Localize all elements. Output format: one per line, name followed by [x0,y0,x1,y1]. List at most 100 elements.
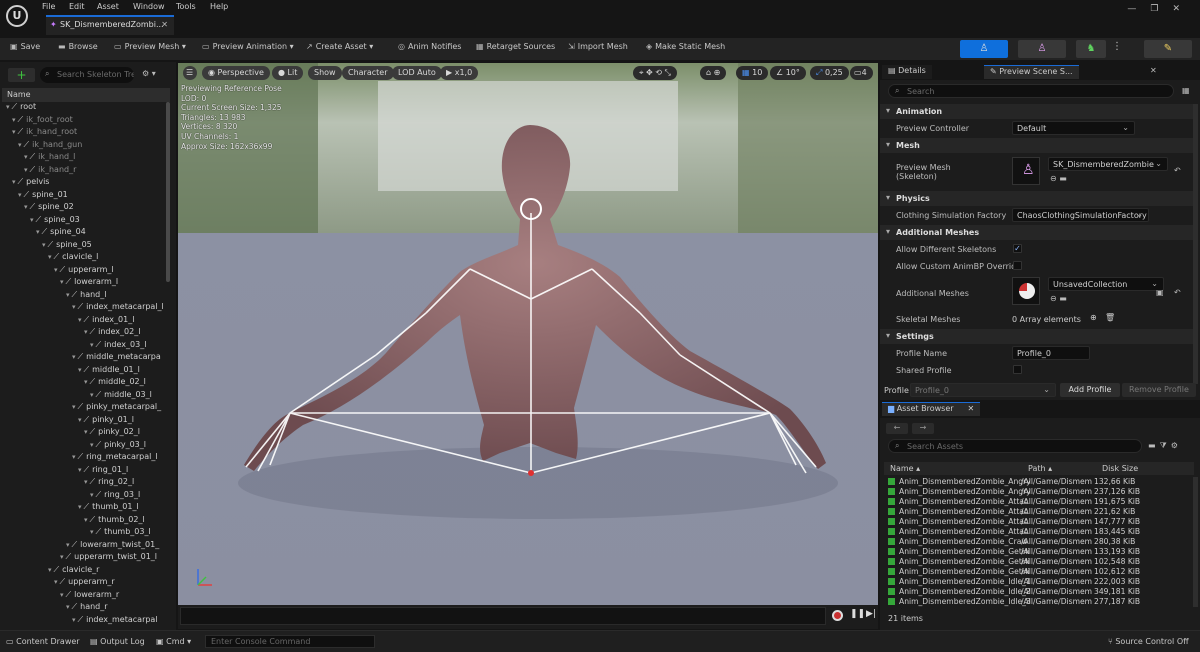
name-column-header[interactable]: Name [2,88,170,102]
expand-arrow-icon[interactable]: ▾ [90,341,94,349]
bone-row[interactable]: ▾ ⟋ thumb_02_l [84,515,145,528]
menu-edit[interactable]: Edit [69,2,85,11]
expand-arrow-icon[interactable]: ▾ [78,316,82,324]
menu-help[interactable]: Help [210,2,228,11]
section-physics[interactable]: Physics [880,191,1193,206]
disk-size-column-header[interactable]: Disk Size [1102,464,1138,473]
bone-row[interactable]: ▾ ⟋ lowerarm_l [60,277,118,290]
add-element-icon[interactable]: ⊕ [1090,313,1097,322]
bone-row[interactable]: ▾ ⟋ clavicle_l [48,252,98,265]
grid-snap-button[interactable]: ▦ 10 [736,66,769,80]
details-search-input[interactable]: ⌕ Search [888,84,1174,98]
unreal-logo-icon[interactable]: U [6,5,28,27]
expand-arrow-icon[interactable]: ▾ [30,216,34,224]
expand-arrow-icon[interactable]: ▾ [90,528,94,536]
maximize-button[interactable]: ❐ [1150,4,1172,14]
bone-row[interactable]: ▾ ⟋ hand_r [66,602,108,615]
anim-notifies-button[interactable]: ◎ Anim Notifies [398,42,461,51]
additional-meshes-dropdown[interactable]: UnsavedCollection ⌄ [1048,277,1164,291]
bone-row[interactable]: ▾ ⟋ middle_01_l [78,365,140,378]
rotation-snap-button[interactable]: ∠ 10° [770,66,806,80]
bone-row[interactable]: ▾ ⟋ ring_metacarpal_l [72,452,158,465]
bone-row[interactable]: ▾ ⟋ middle_metacarpa [72,352,161,365]
expand-arrow-icon[interactable]: ▾ [72,453,76,461]
expand-arrow-icon[interactable]: ▾ [6,103,10,111]
expand-arrow-icon[interactable]: ▾ [66,541,70,549]
lod-button[interactable]: LOD Auto [392,66,442,80]
name-column-header[interactable]: Name ▴ [890,464,920,473]
expand-arrow-icon[interactable]: ▾ [48,253,52,261]
expand-arrow-icon[interactable]: ▾ [72,403,76,411]
preview-controller-dropdown[interactable]: Default ⌄ [1012,121,1135,135]
expand-arrow-icon[interactable]: ▾ [66,603,70,611]
bone-row[interactable]: ▾ ⟋ pinky_01_l [78,415,134,428]
bone-row[interactable]: ▾ ⟋ thumb_03_l [90,527,151,540]
tree-scrollbar[interactable] [166,102,170,282]
bone-row[interactable]: ▾ ⟋ index_metacarpal [72,615,158,628]
save-button[interactable]: ▣ Save [10,42,40,51]
skeleton-mode-button[interactable]: ♙ [960,40,1008,58]
additional-meshes-thumbnail[interactable] [1012,277,1040,305]
camera-speed-button[interactable]: ▭4 [850,66,873,80]
asset-row[interactable]: Anim_DismemberedZombie_GetHi/All/Game/Di… [888,547,1188,557]
skeleton-search-input[interactable]: ⌕ Search Skeleton Tre [40,67,134,83]
save-collection-icon[interactable]: ▣ [1156,288,1164,297]
bone-row[interactable]: ▾ ⟋ ik_hand_l [24,152,75,165]
create-asset-button[interactable]: ↗ Create Asset ▾ [306,42,373,51]
animation-mode-button[interactable]: ♞ [1076,40,1106,58]
expand-arrow-icon[interactable]: ▾ [72,353,76,361]
mesh-mode-button[interactable]: ♙ [1018,40,1066,58]
bone-row[interactable]: ▾ ⟋ spine_02 [24,202,74,215]
expand-arrow-icon[interactable]: ▾ [66,291,70,299]
bone-row[interactable]: ▾ ⟋ middle_03_l [90,390,152,403]
root-bone-marker[interactable] [528,470,534,476]
shared-profile-checkbox[interactable] [1013,365,1022,374]
back-arrow-icon[interactable]: ← [886,423,908,434]
allow-custom-animbp-checkbox[interactable] [1013,261,1022,270]
asset-filter-icons[interactable]: ▬⧩⚙ [1148,441,1182,451]
asset-row[interactable]: Anim_DismemberedZombie_Attac/All/Game/Di… [888,507,1188,517]
asset-row[interactable]: Anim_DismemberedZombie_Angry/All/Game/Di… [888,487,1188,497]
bone-row[interactable]: ▾ ⟋ index_02_l [84,327,140,340]
profile-name-input[interactable]: Profile_0 [1012,346,1090,360]
bone-row[interactable]: ▾ ⟋ ik_hand_gun [18,140,82,153]
bone-row[interactable]: ▾ ⟋ spine_05 [42,240,92,253]
asset-row[interactable]: Anim_DismemberedZombie_Attac/All/Game/Di… [888,527,1188,537]
retarget-sources-button[interactable]: ▦ Retarget Sources [476,42,555,51]
expand-arrow-icon[interactable]: ▾ [72,303,76,311]
expand-arrow-icon[interactable]: ▾ [54,578,58,586]
bone-row[interactable]: ▾ ⟋ ring_02_l [84,477,134,490]
menu-tools[interactable]: Tools [176,2,196,11]
expand-arrow-icon[interactable]: ▾ [60,553,64,561]
bone-row[interactable]: ▾ ⟋ spine_04 [36,227,86,240]
asset-row[interactable]: Anim_DismemberedZombie_Idle_2/All/Game/D… [888,587,1188,597]
allow-different-skeletons-checkbox[interactable]: ✓ [1013,244,1022,253]
expand-arrow-icon[interactable]: ▾ [24,203,28,211]
expand-arrow-icon[interactable]: ▾ [12,178,16,186]
delete-elements-icon[interactable]: 🗑 [1105,313,1115,322]
viewport-menu-icon[interactable]: ☰ [183,66,197,80]
forward-arrow-icon[interactable]: → [912,423,934,434]
bone-row[interactable]: ▾ ⟋ spine_01 [18,190,68,203]
make-static-mesh-button[interactable]: ◈ Make Static Mesh [646,42,725,51]
expand-arrow-icon[interactable]: ▾ [54,266,58,274]
import-mesh-button[interactable]: ⇲ Import Mesh [568,42,628,51]
path-column-header[interactable]: Path ▴ [1028,464,1052,473]
section-additional-meshes[interactable]: Additional Meshes [880,225,1193,240]
menu-window[interactable]: Window [133,2,165,11]
preview-viewport[interactable]: ☰ ◉ Perspective ● Lit Show Character LOD… [178,63,878,605]
filter-icon[interactable]: ⧩ [1160,441,1171,450]
bone-row[interactable]: ▾ ⟋ ring_01_l [78,465,128,478]
perspective-button[interactable]: ◉ Perspective [202,66,270,80]
expand-arrow-icon[interactable]: ▾ [24,166,28,174]
timeline-track[interactable] [180,607,826,625]
asset-row[interactable]: Anim_DismemberedZombie_Idle_1/All/Game/D… [888,577,1188,587]
expand-arrow-icon[interactable]: ▾ [18,191,22,199]
bone-row[interactable]: ▾ ⟋ index_03_l [90,340,146,353]
expand-arrow-icon[interactable]: ▾ [84,478,88,486]
menu-file[interactable]: File [42,2,55,11]
preview-mesh-button[interactable]: ▭ Preview Mesh ▾ [114,42,186,51]
browse-button[interactable]: ▬ Browse [58,42,98,51]
search-assets-input[interactable]: ⌕ Search Assets [888,439,1142,453]
expand-arrow-icon[interactable]: ▾ [78,466,82,474]
